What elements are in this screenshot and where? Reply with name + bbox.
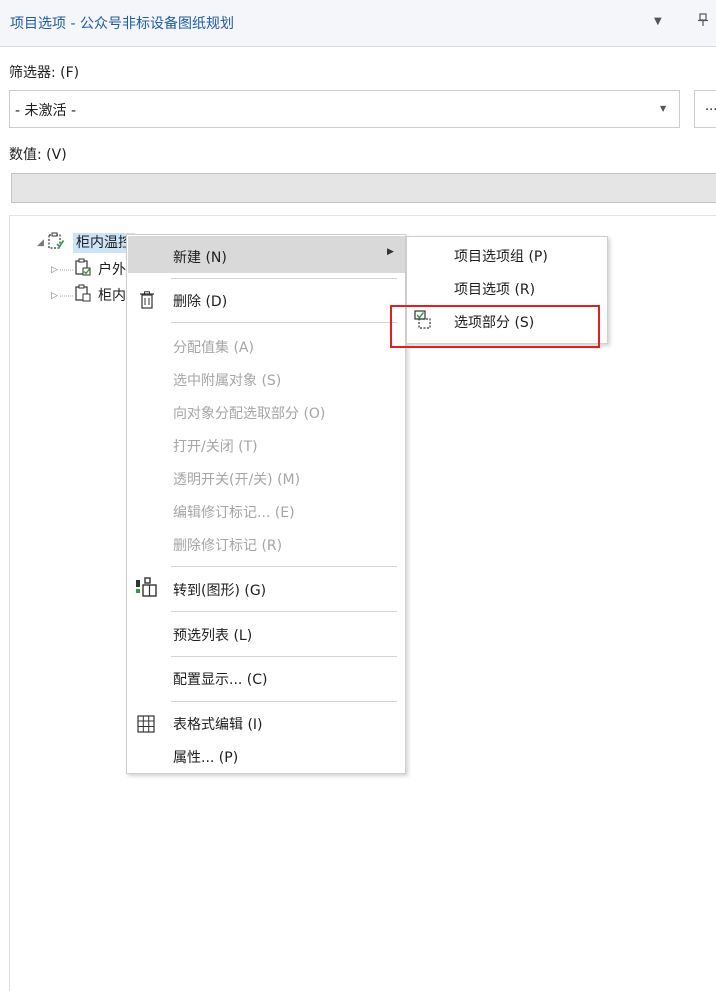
menu-item-preselection-list[interactable]: 预选列表 (L) <box>173 625 252 645</box>
project-options-panel: 项目选项 - 公众号非标设备图纸规划 ▼ ᅟ 筛选器: (F) - 未激活 - … <box>0 0 716 991</box>
context-menu: 新建 (N) ▶ 删除 (D) 分配值集 (A) 选中附属对象 (S) 向对象分… <box>126 234 406 774</box>
goto-graphic-icon <box>136 577 157 597</box>
menu-separator <box>171 611 397 612</box>
menu-item-open-close: 打开/关闭 (T) <box>173 439 258 455</box>
chevron-down-icon[interactable]: ▼ <box>654 16 662 27</box>
submenu-arrow-icon: ▶ <box>387 247 394 257</box>
tree-item-label[interactable]: 户外 <box>98 259 126 279</box>
filter-selected-value: - 未激活 - <box>15 103 77 119</box>
option-group-icon <box>48 232 64 249</box>
chevron-down-icon: ▼ <box>660 104 667 113</box>
annotation-highlight-box <box>390 305 600 348</box>
menu-item-delete[interactable]: 删除 (D) <box>173 291 227 311</box>
menu-separator <box>171 566 397 567</box>
option-icon <box>75 284 91 302</box>
menu-item-edit-revision-marks: 编辑修订标记... (E) <box>173 505 295 521</box>
menu-item-new[interactable] <box>128 236 405 273</box>
tree-connector <box>60 295 74 297</box>
filter-more-button[interactable]: ... <box>694 90 716 128</box>
trash-icon <box>140 291 154 309</box>
submenu-item-option-group[interactable]: 项目选项组 (P) <box>454 246 548 266</box>
tree-expand-icon[interactable]: ▷ <box>51 291 58 301</box>
tree-collapse-icon[interactable]: ◢ <box>37 238 44 248</box>
menu-separator <box>171 656 397 657</box>
panel-title: 项目选项 - 公众号非标设备图纸规划 <box>10 16 234 32</box>
menu-item-transparency-toggle: 透明开关(开/关) (M) <box>173 472 301 488</box>
table-grid-icon <box>137 715 155 733</box>
pin-icon[interactable]: ᅟ <box>684 12 709 32</box>
menu-item-properties[interactable]: 属性... (P) <box>173 747 238 767</box>
menu-item-table-edit[interactable]: 表格式编辑 (I) <box>173 714 263 734</box>
value-input[interactable] <box>11 173 716 203</box>
option-icon <box>75 258 91 276</box>
menu-item-new-label[interactable]: 新建 (N) <box>173 247 227 267</box>
menu-item-assign-value-set: 分配值集 (A) <box>173 340 254 356</box>
menu-item-select-sub-objects: 选中附属对象 (S) <box>173 373 282 389</box>
menu-item-assign-selection-part: 向对象分配选取部分 (O) <box>173 406 326 422</box>
menu-item-delete-revision-marks: 删除修订标记 (R) <box>173 538 283 554</box>
value-label: 数值: (V) <box>9 147 67 163</box>
tree-item-label[interactable]: 柜内 <box>98 285 126 305</box>
tree-expand-icon[interactable]: ▷ <box>51 265 58 275</box>
menu-separator <box>171 278 397 279</box>
menu-separator <box>171 701 397 702</box>
menu-item-goto-graphic[interactable]: 转到(图形) (G) <box>173 580 266 600</box>
menu-item-configure-display[interactable]: 配置显示... (C) <box>173 669 268 689</box>
submenu-item-option[interactable]: 项目选项 (R) <box>454 279 535 299</box>
filter-more-label: ... <box>705 99 716 114</box>
filter-select[interactable]: - 未激活 - ▼ <box>9 90 680 128</box>
tree-connector <box>60 269 74 271</box>
panel-title-bar: 项目选项 - 公众号非标设备图纸规划 ▼ ᅟ <box>0 0 716 47</box>
menu-separator <box>171 322 397 323</box>
filter-label: 筛选器: (F) <box>9 65 80 81</box>
